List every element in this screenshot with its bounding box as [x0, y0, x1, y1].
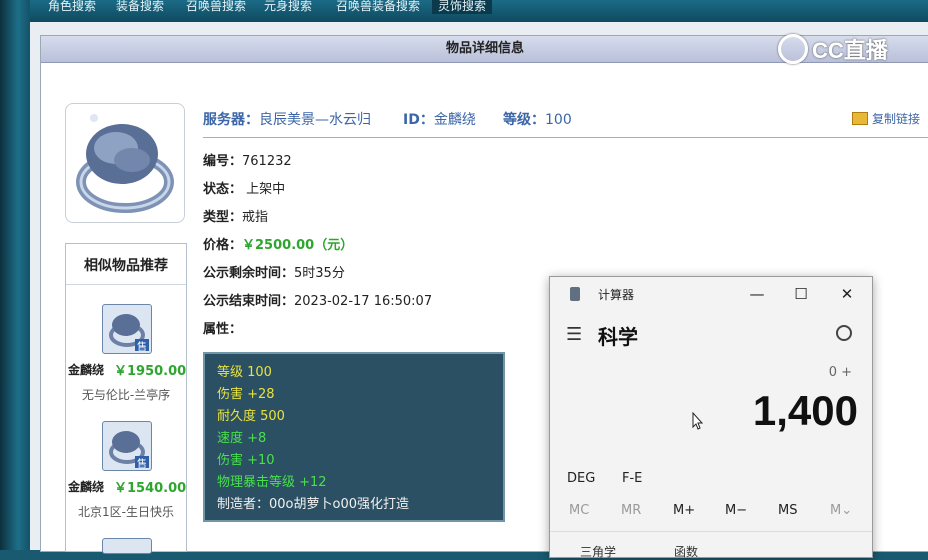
calculator-title: 计算器 — [598, 288, 635, 302]
copy-link-label: 复制链接 — [872, 112, 921, 126]
attr-label: 属性： — [203, 322, 243, 337]
ms-button[interactable]: MS — [778, 503, 797, 518]
memory-list-button[interactable]: M⌄ — [830, 503, 852, 518]
ring-thumb-icon: 售 — [109, 314, 149, 353]
ring-thumb-icon: 售 — [109, 431, 149, 470]
remaining-label: 公示剩余时间： — [203, 266, 295, 281]
sale-badge: 售 — [137, 457, 147, 470]
left-border — [0, 0, 30, 550]
copy-link-button[interactable]: 复制链接 — [852, 110, 920, 127]
cc-live-watermark: CC直播 — [778, 32, 888, 66]
end-label: 公示结束时间： — [203, 294, 295, 309]
number-value: 761232 — [242, 154, 292, 169]
rec-item-1-thumbnail[interactable]: 售 — [102, 304, 152, 354]
calculator-app-icon — [570, 287, 580, 301]
price-label: 价格： — [203, 238, 243, 253]
server-info: 服务器：良辰美景—水云归 — [203, 109, 371, 129]
number-label: 编号： — [203, 154, 243, 169]
deg-button[interactable]: DEG — [567, 471, 595, 486]
m-plus-button[interactable]: M+ — [673, 503, 695, 518]
calculator-window: 计算器 — ☐ ✕ ☰ 科学 0 + 1,400 DEG F-E MC MR M… — [549, 276, 873, 560]
rec-item-2-seller: 北京1区-生日快乐 — [78, 505, 174, 519]
item-number: 编号：761232 — [203, 150, 292, 169]
server-label: 服务器： — [203, 112, 259, 128]
item-price: 价格：￥2500.00（元） — [203, 234, 353, 253]
rec-item-2-thumbnail[interactable]: 售 — [102, 421, 152, 471]
m-minus-button[interactable]: M− — [725, 503, 747, 518]
attr-line: 速度 +8 — [217, 431, 267, 446]
remaining-value: 5时35分 — [294, 266, 345, 281]
end-time: 公示结束时间：2023-02-17 16:50:07 — [203, 290, 432, 309]
tab-lingshi-search[interactable]: 灵饰搜索 — [432, 0, 493, 14]
attributes-box: 等级 100 伤害 +28 耐久度 500 速度 +8 伤害 +10 物理暴击等… — [203, 352, 505, 522]
item-image — [65, 103, 185, 223]
item-type: 类型：戒指 — [203, 206, 268, 225]
top-nav: 角色搜索 装备搜索 召唤兽搜索 元身搜索 召唤兽装备搜索 灵饰搜索 — [30, 0, 928, 22]
id-label: ID： — [403, 112, 434, 128]
divider — [203, 137, 928, 138]
status-value: 上架中 — [246, 182, 286, 197]
remaining-time: 公示剩余时间：5时35分 — [203, 262, 345, 281]
tab-role-search[interactable]: 角色搜索 — [48, 0, 96, 14]
ring-icon — [76, 114, 174, 213]
calculator-display: 1,400 — [752, 387, 858, 434]
attributes-heading: 属性： — [203, 318, 242, 337]
level-label: 等级： — [503, 112, 545, 128]
attr-line-maker: 制造者：00o胡萝卜o00强化打造 — [217, 497, 409, 512]
sale-badge: 售 — [137, 340, 147, 353]
watermark-text: CC直播 — [812, 38, 888, 63]
rec-item-2-price: ￥1540.00 — [114, 481, 187, 496]
calculator-titlebar[interactable]: 计算器 — ☐ ✕ — [550, 277, 872, 311]
id-info: ID：金麟绕 — [403, 109, 476, 129]
tab-yuanshen-search[interactable]: 元身搜索 — [264, 0, 312, 14]
attr-line: 等级 100 — [217, 365, 272, 380]
function-menu[interactable]: 函数 — [674, 543, 698, 560]
end-value: 2023-02-17 16:50:07 — [294, 294, 433, 309]
level-info: 等级：100 — [503, 109, 572, 129]
menu-icon[interactable]: ☰ — [566, 324, 582, 345]
cc-logo-icon — [778, 34, 808, 64]
tab-pet-equipment-search[interactable]: 召唤兽装备搜索 — [336, 0, 420, 14]
similar-items-title: 相似物品推荐 — [66, 244, 186, 285]
rec-item-1-seller: 无与伦比-兰亭序 — [81, 388, 171, 402]
close-button[interactable]: ✕ — [834, 283, 860, 305]
mouse-cursor-icon — [692, 412, 703, 430]
rec-item-1-name[interactable]: 金麟绕 — [68, 361, 104, 378]
status-label: 状态： — [203, 182, 243, 197]
mc-button[interactable]: MC — [569, 503, 589, 518]
attr-line: 物理暴击等级 +12 — [217, 475, 327, 490]
folder-icon — [852, 112, 868, 125]
fe-button[interactable]: F-E — [622, 471, 642, 486]
calculator-mode: 科学 — [598, 325, 638, 349]
maximize-button[interactable]: ☐ — [788, 283, 814, 305]
attr-line: 耐久度 500 — [217, 409, 285, 424]
type-label: 类型： — [203, 210, 243, 225]
calculator-divider — [550, 531, 872, 532]
server-value: 良辰美景—水云归 — [259, 112, 371, 128]
id-value: 金麟绕 — [433, 112, 476, 128]
rec-item-2-name[interactable]: 金麟绕 — [68, 478, 104, 495]
mr-button[interactable]: MR — [621, 503, 641, 518]
price-value: ￥2500.00（元） — [242, 238, 354, 253]
tab-equipment-search[interactable]: 装备搜索 — [116, 0, 164, 14]
type-value: 戒指 — [242, 210, 269, 225]
tab-pet-search[interactable]: 召唤兽搜索 — [186, 0, 246, 14]
level-value: 100 — [545, 112, 572, 128]
calculator-expression: 0 + — [828, 365, 852, 380]
attr-line: 伤害 +28 — [217, 387, 275, 402]
rec-item-3-thumbnail[interactable] — [102, 538, 152, 554]
item-status: 状态： 上架中 — [203, 178, 285, 197]
similar-items-panel: 相似物品推荐 售 金麟绕 ￥1950.00 无与伦比-兰亭序 售 金麟绕 ￥15… — [65, 243, 187, 554]
history-icon[interactable] — [836, 325, 852, 341]
minimize-button[interactable]: — — [744, 283, 770, 305]
attr-line: 伤害 +10 — [217, 453, 275, 468]
rec-item-1-price: ￥1950.00 — [114, 364, 187, 379]
trig-menu[interactable]: 三角学 — [580, 543, 616, 560]
